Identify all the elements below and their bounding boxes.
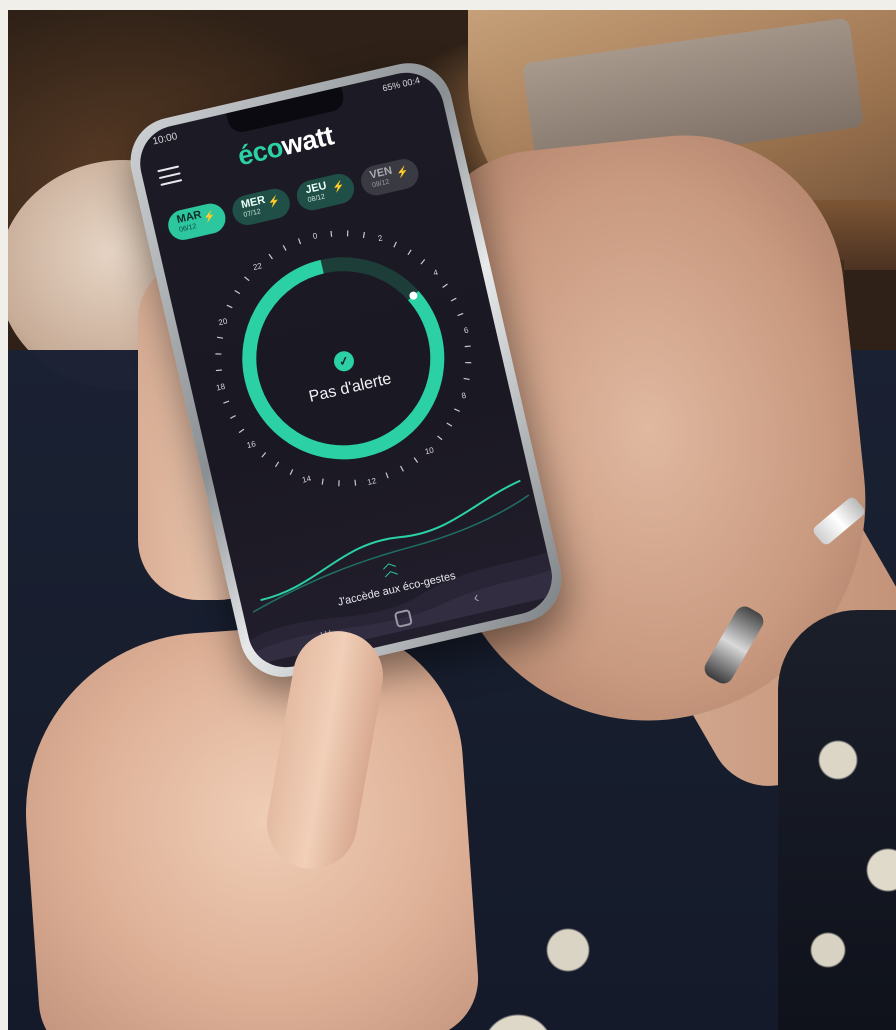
status-time: 10:00	[151, 131, 179, 148]
dial-hour-label: 18	[215, 382, 226, 393]
dial-tick	[223, 400, 230, 404]
dial-hour-label: 2	[377, 233, 384, 243]
dial-tick	[289, 469, 294, 476]
day-tab-mar[interactable]: MAR 06/12 ⚡	[165, 200, 229, 243]
dial-tick	[330, 230, 333, 237]
dial-tick	[216, 336, 224, 339]
hamburger-menu-icon[interactable]	[157, 165, 183, 186]
dial-tick	[454, 408, 461, 412]
dial-tick	[238, 428, 245, 434]
dial-tick	[385, 472, 389, 479]
dial-tick	[244, 276, 250, 282]
dial-tick	[268, 253, 273, 260]
dial-tick	[215, 353, 222, 355]
dial-hour-label: 22	[252, 261, 263, 272]
dial-tick	[420, 259, 426, 265]
dial-tick	[261, 452, 267, 458]
dial-hour-label: 10	[424, 445, 435, 456]
dial-tick	[215, 369, 222, 372]
dial-tick	[463, 377, 470, 381]
dial-tick	[450, 297, 457, 302]
dial-tick	[413, 457, 419, 463]
dial-hour-label: 8	[461, 391, 468, 401]
dial-tick	[442, 283, 448, 288]
dial-tick	[346, 230, 349, 237]
dial-tick	[446, 422, 453, 427]
dial-tick	[338, 480, 340, 487]
dial-hour-label: 20	[218, 316, 229, 327]
dial-tick	[282, 245, 287, 251]
day-tab-mer[interactable]: MER 07/12 ⚡	[229, 185, 293, 229]
dial-hour-label: 6	[463, 325, 470, 335]
dial-tick	[297, 238, 302, 245]
dial-tick	[400, 465, 404, 472]
dial-tick	[234, 289, 241, 295]
status-indicators: 65% 00:4	[381, 75, 421, 94]
dial-tick	[274, 461, 280, 468]
dial-tick	[437, 435, 443, 441]
dial-tick	[393, 241, 397, 248]
dial-hour-label: 14	[301, 474, 312, 485]
back-button[interactable]: ‹	[472, 589, 481, 608]
dial-hour-label: 16	[246, 439, 257, 450]
home-button[interactable]	[393, 608, 413, 629]
dial-tick	[464, 345, 471, 348]
dial-hour-label: 0	[312, 231, 319, 241]
dial-tick	[226, 304, 233, 309]
floral-sleeve	[778, 610, 896, 1030]
dial-tick	[354, 479, 357, 486]
dial-hour-label: 12	[366, 476, 377, 487]
day-tab-ven[interactable]: VEN 09/12 ⚡	[358, 156, 422, 199]
dial-hour-label: 4	[432, 268, 439, 278]
day-tab-jeu[interactable]: JEU 08/12 ⚡	[293, 170, 358, 214]
dial-tick	[407, 249, 412, 256]
dial-tick	[457, 312, 464, 317]
dial-tick	[362, 231, 366, 239]
dial-tick	[321, 478, 324, 485]
